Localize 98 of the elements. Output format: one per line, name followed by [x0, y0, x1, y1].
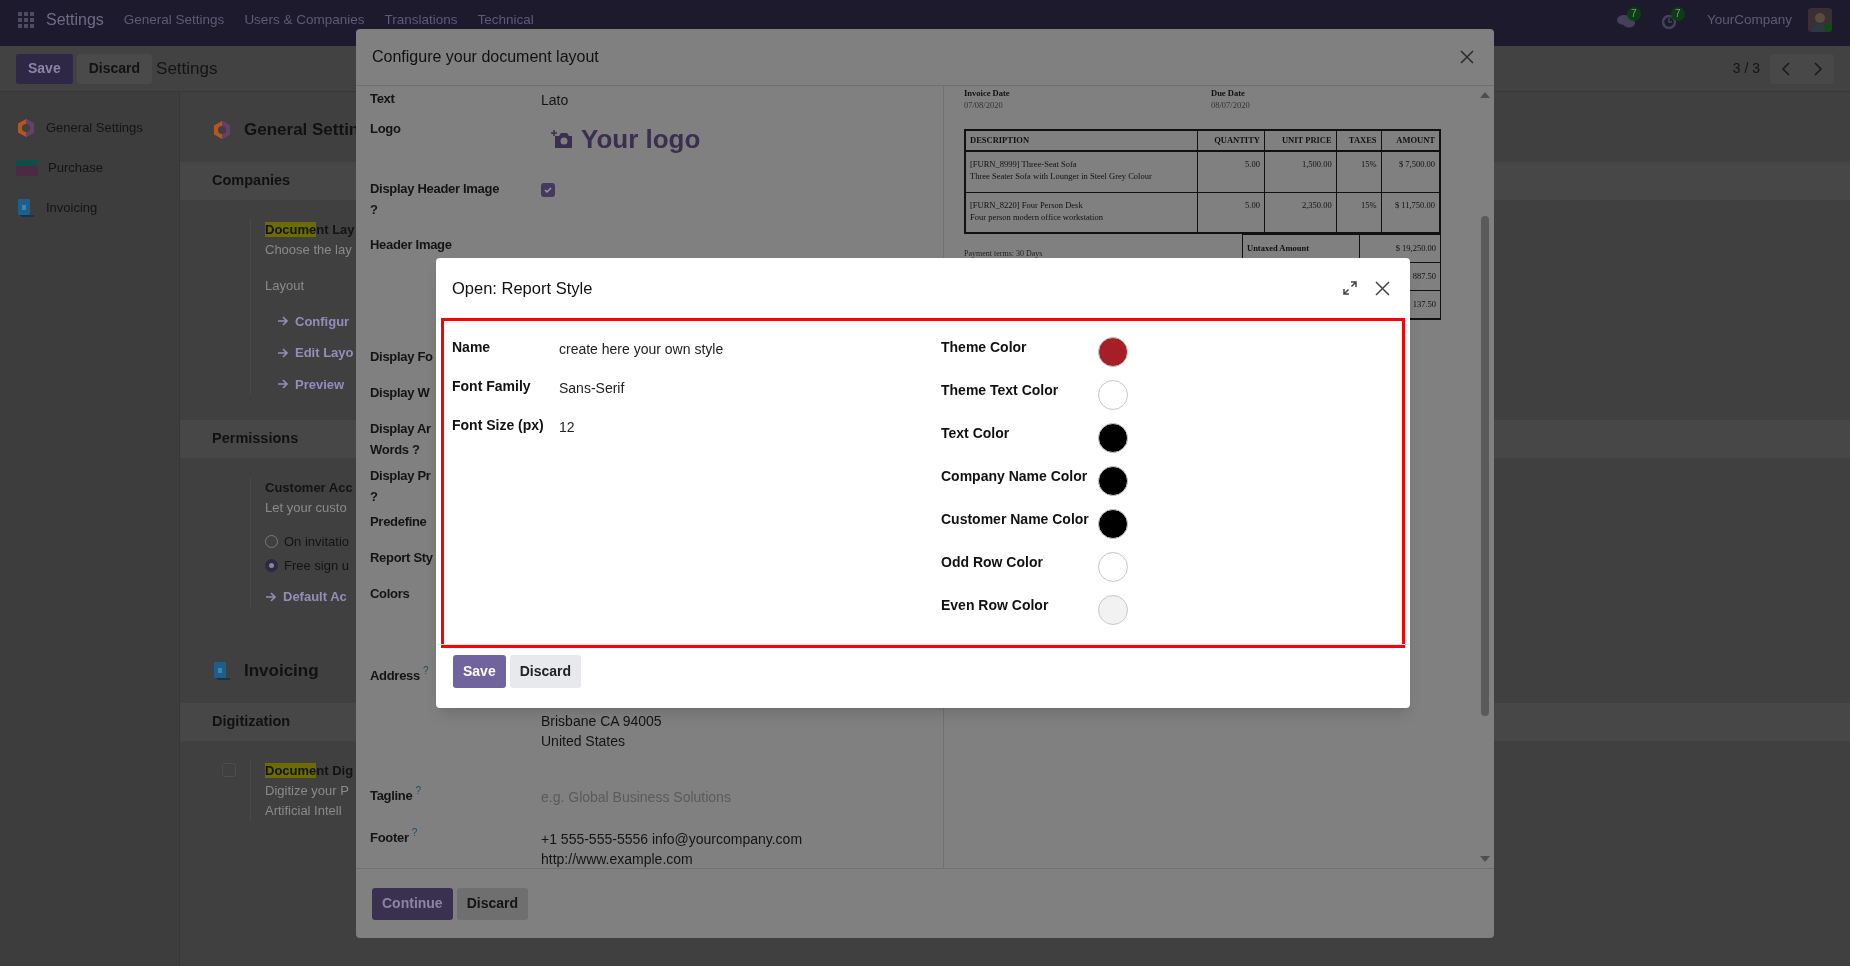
field-value: Brisbane CA 94005: [541, 712, 663, 732]
scroll-down-icon[interactable]: [1480, 856, 1490, 862]
table-cell: 1,500.00: [1264, 151, 1337, 192]
field-label: Theme Text Color: [941, 381, 1060, 400]
hexagon-icon: [212, 120, 232, 140]
subheading: Layout: [265, 277, 306, 295]
field-label: Font Size (px): [452, 416, 545, 435]
color-swatch[interactable]: [1098, 552, 1128, 582]
user-avatar[interactable]: [1808, 8, 1832, 32]
field-label: Theme Color: [941, 338, 1028, 357]
link[interactable]: Default Ac: [283, 587, 347, 607]
field-label: Customer Name Color: [941, 510, 1090, 529]
radio-button[interactable]: [265, 558, 278, 572]
discard-button[interactable]: Discard: [456, 887, 528, 920]
document-icon: [212, 660, 232, 681]
color-swatch[interactable]: [1098, 509, 1128, 539]
date-label: Due Date: [1211, 88, 1246, 99]
field-label: Header Image: [370, 236, 452, 254]
field-label: Display Header Image ?: [370, 180, 500, 219]
date-value: 08/07/2020: [1211, 99, 1250, 111]
continue-button[interactable]: Continue: [372, 887, 453, 920]
help-mark[interactable]: ?: [422, 665, 429, 678]
field-value: United States: [541, 732, 627, 752]
logo-upload[interactable]: Your logo: [541, 114, 721, 164]
field-label: Font Family: [452, 377, 532, 396]
field-label: Tagline: [370, 787, 413, 806]
menu-item[interactable]: Users & Companies: [244, 10, 365, 30]
arrow-right-icon: [277, 347, 289, 358]
field-label: Company Name Color: [941, 467, 1089, 486]
table-cell: [FURN_8999] Three-Seat Sofa Three Seater Sofa with Lounger in Steel Grey Colour: [965, 151, 1198, 192]
field-label: Address: [370, 667, 420, 686]
link[interactable]: Preview: [295, 374, 345, 394]
camera-icon: [551, 129, 573, 149]
clock-icon[interactable]: [1660, 14, 1677, 30]
discard-button[interactable]: Discard: [76, 53, 153, 84]
checkbox[interactable]: [541, 183, 555, 197]
field-label: Logo: [370, 120, 401, 138]
check-icon: [543, 185, 553, 195]
table-cell: 15%: [1336, 151, 1382, 192]
arrow-right-icon: [277, 316, 289, 327]
arrow-right-icon: [265, 591, 277, 602]
setting-description: Let your custo: [265, 499, 348, 517]
field-value: Sans-Serif: [559, 379, 625, 398]
apps-menu-icon[interactable]: [18, 12, 34, 28]
field-label: Even Row Color: [941, 596, 1050, 615]
field-label: Display Pr ?: [370, 466, 431, 506]
stripes-icon: [16, 160, 38, 176]
app-title[interactable]: Settings: [46, 10, 104, 30]
field-label: Display W: [370, 384, 430, 402]
field-value: http://www.example.com: [541, 850, 694, 870]
payment-terms: Payment terms: 30 Days: [964, 248, 1044, 260]
field-label: Odd Row Color: [941, 553, 1044, 572]
menu-item[interactable]: General Settings: [123, 10, 225, 30]
setting-description: Digitize your P: [265, 781, 350, 800]
link[interactable]: Edit Layo: [295, 343, 354, 363]
field-label: Colors: [370, 585, 410, 604]
field-label: Name: [452, 338, 492, 357]
date-label: Invoice Date: [964, 88, 1011, 99]
save-button[interactable]: Save: [16, 53, 73, 84]
scrollbar-thumb[interactable]: [1481, 216, 1489, 716]
field-value: create here your own style: [559, 340, 724, 359]
arrow-right-icon: [277, 379, 289, 390]
field-label: Text: [370, 90, 395, 108]
field-label: Text Color: [941, 424, 1011, 443]
count-badge: 7: [1626, 7, 1641, 21]
dialog-title: Configure your document layout: [372, 47, 599, 67]
expand-icon[interactable]: [1343, 281, 1357, 295]
field-label: Predefine: [370, 513, 427, 532]
menu-item[interactable]: Translations: [384, 10, 458, 30]
field-label: Display Ar Words ?: [370, 420, 431, 459]
discard-button[interactable]: Discard: [509, 655, 582, 688]
color-swatch[interactable]: [1098, 337, 1128, 367]
date-value: 07/08/2020: [964, 99, 1004, 111]
color-swatch[interactable]: [1098, 595, 1128, 625]
logo-placeholder: Your logo: [581, 122, 701, 156]
link[interactable]: Configur: [295, 311, 350, 331]
help-mark[interactable]: ?: [411, 827, 418, 840]
table-cell: 5.00: [1197, 151, 1265, 192]
menu-item[interactable]: Technical: [477, 10, 534, 30]
company-switcher[interactable]: YourCompany: [1706, 10, 1792, 30]
field-label: Display Fo: [370, 348, 433, 366]
save-button[interactable]: Save: [453, 655, 506, 688]
document-icon: [16, 198, 36, 218]
field-value: Lato: [541, 92, 569, 108]
setting-description: Choose the lay: [265, 241, 353, 259]
close-icon[interactable]: [1375, 280, 1390, 296]
field-value: +1 555-555-5556 info@yourcompany.com: [541, 830, 804, 850]
field-label: Report Sty: [370, 549, 433, 568]
field-value: 12: [559, 418, 575, 437]
help-mark[interactable]: ?: [415, 785, 421, 798]
color-swatch[interactable]: [1098, 380, 1128, 410]
dialog-title: Open: Report Style: [452, 277, 593, 299]
color-swatch[interactable]: [1098, 466, 1128, 496]
count-badge: 7: [1670, 7, 1685, 21]
color-swatch[interactable]: [1098, 423, 1128, 453]
setting-description: Artificial Intell: [265, 801, 343, 820]
hexagon-icon: [16, 118, 36, 138]
field-label: Footer: [370, 829, 409, 848]
